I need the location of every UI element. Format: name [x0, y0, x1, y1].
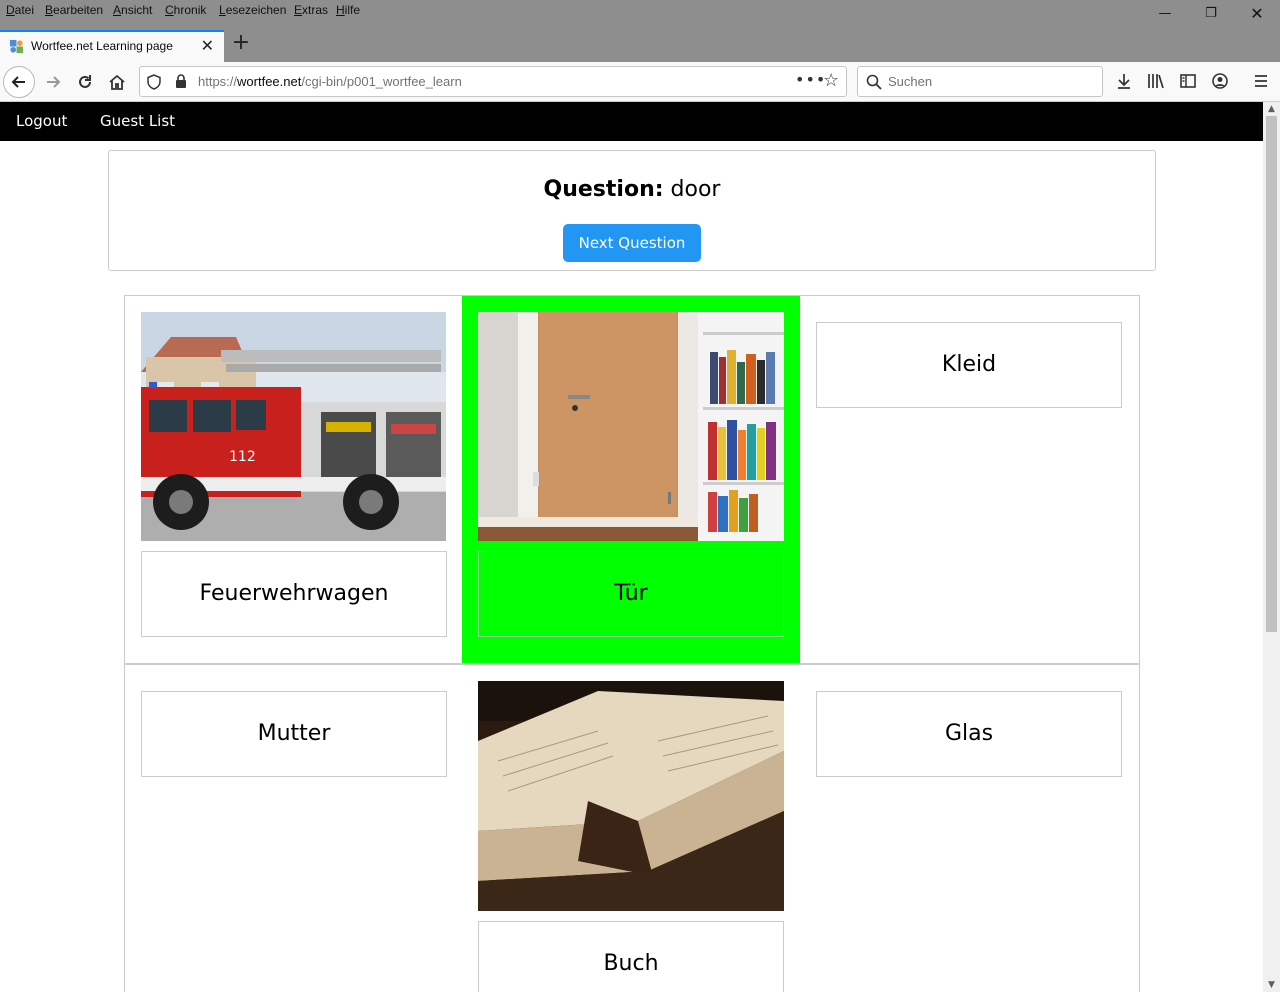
reload-icon[interactable] — [69, 66, 101, 98]
tab-close-icon[interactable]: ✕ — [201, 36, 214, 55]
library-icon[interactable] — [1145, 70, 1167, 92]
search-input[interactable]: Suchen — [888, 74, 932, 89]
bookmark-star-icon[interactable]: ☆ — [823, 70, 839, 91]
question-text: Question: door — [109, 177, 1155, 202]
account-icon[interactable] — [1209, 70, 1231, 92]
menu-ansicht[interactable]: Ansicht — [113, 3, 152, 17]
new-tab-icon[interactable]: + — [229, 30, 253, 58]
back-icon[interactable] — [3, 66, 35, 98]
navigation-toolbar: https://wortfee.net/cgi-bin/p001_wortfee… — [0, 62, 1280, 102]
scroll-down-icon[interactable]: ▼ — [1263, 978, 1280, 992]
shield-icon[interactable] — [147, 74, 161, 90]
menu-extras[interactable]: Extras — [294, 3, 328, 17]
guest-list-link[interactable]: Guest List — [100, 112, 175, 130]
tab-bar: Wortfee.net Learning page ✕ + — [0, 24, 1280, 62]
next-question-button[interactable]: Next Question — [563, 224, 701, 262]
answer-card-glas[interactable]: Glas — [816, 691, 1122, 777]
menu-hilfe[interactable]: Hilfe — [336, 3, 360, 17]
url-text: https://wortfee.net/cgi-bin/p001_wortfee… — [198, 74, 462, 89]
tab-title: Wortfee.net Learning page — [31, 39, 173, 53]
site-nav-bar: Logout Guest List — [0, 102, 1263, 141]
page-viewport: Logout Guest List Question: door Next Qu… — [0, 102, 1263, 992]
fire-truck-image[interactable]: 112 — [141, 312, 446, 541]
question-label: Question: — [543, 177, 664, 202]
hamburger-menu-icon[interactable] — [1250, 70, 1272, 92]
logout-link[interactable]: Logout — [16, 112, 67, 130]
downloads-icon[interactable] — [1113, 70, 1135, 92]
tab-wortfee[interactable]: Wortfee.net Learning page ✕ — [0, 30, 224, 62]
question-word: door — [670, 177, 721, 202]
scroll-up-icon[interactable]: ▲ — [1263, 102, 1280, 116]
search-bar[interactable]: Suchen — [857, 66, 1103, 97]
svg-text:112: 112 — [229, 449, 256, 465]
sidebar-icon[interactable] — [1177, 70, 1199, 92]
row-divider — [124, 663, 1140, 665]
question-panel: Question: door Next Question — [108, 150, 1156, 271]
lock-icon[interactable] — [175, 74, 187, 89]
page-scrollbar[interactable]: ▲ ▼ — [1263, 102, 1280, 992]
page-actions-icon[interactable]: ••• — [795, 70, 826, 89]
forward-icon[interactable] — [37, 66, 69, 98]
url-bar[interactable]: https://wortfee.net/cgi-bin/p001_wortfee… — [139, 66, 847, 97]
answer-card-feuerwehrwagen[interactable]: Feuerwehrwagen — [141, 551, 447, 637]
menu-datei[interactable]: Datei — [6, 3, 34, 17]
menu-chronik[interactable]: Chronik — [165, 3, 206, 17]
menu-bearbeiten[interactable]: Bearbeiten — [45, 3, 103, 17]
home-icon[interactable] — [101, 66, 133, 98]
answer-card-buch[interactable]: Buch — [478, 921, 784, 992]
scrollbar-thumb[interactable] — [1266, 116, 1277, 632]
answer-card-tuer[interactable]: Tür — [478, 551, 784, 637]
menu-bar: Datei Bearbeiten Ansicht Chronik Lesezei… — [0, 0, 1280, 24]
wortfee-favicon-icon — [9, 39, 24, 54]
answer-card-kleid[interactable]: Kleid — [816, 322, 1122, 408]
menu-lesezeichen[interactable]: Lesezeichen — [219, 3, 286, 17]
search-icon — [866, 74, 882, 90]
book-image[interactable] — [478, 681, 784, 911]
door-image[interactable] — [478, 312, 784, 541]
answer-card-mutter[interactable]: Mutter — [141, 691, 447, 777]
